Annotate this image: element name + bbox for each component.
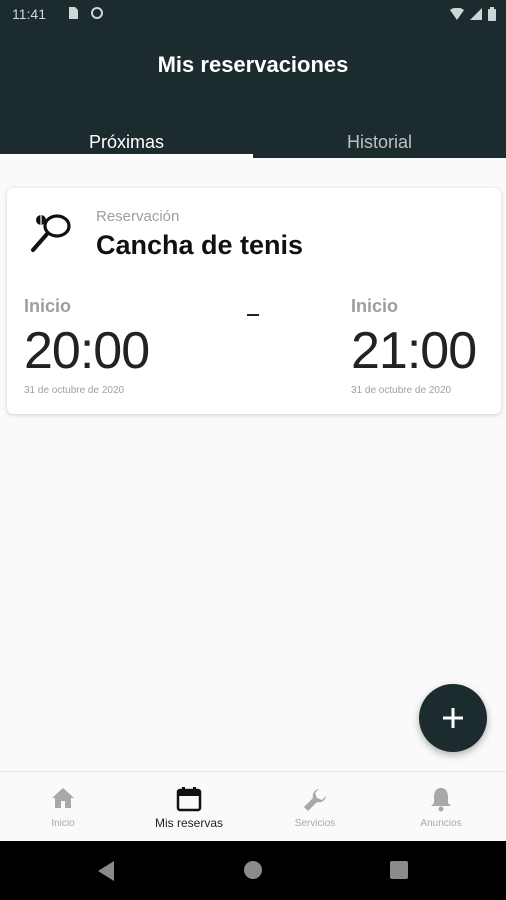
tab-indicator: [0, 154, 253, 158]
recents-icon[interactable]: [390, 861, 408, 879]
bottom-nav: Inicio Mis reservas Servicios Anuncios: [0, 771, 506, 841]
nav-item-inicio[interactable]: Inicio: [0, 772, 126, 842]
tab-upcoming[interactable]: Próximas: [0, 132, 253, 153]
status-notification-icons: [66, 6, 104, 20]
wrench-icon: [304, 789, 326, 811]
bell-icon: [431, 788, 451, 812]
end-time: 21:00: [351, 322, 477, 380]
nav-item-mis-reservas[interactable]: Mis reservas: [126, 772, 252, 842]
page-title: Mis reservaciones: [157, 52, 349, 77]
end-date: 31 de octubre de 2020: [351, 385, 452, 396]
sync-icon: [91, 7, 103, 19]
nav-label-inicio: Inicio: [51, 818, 75, 829]
status-bar: 11:41: [0, 0, 506, 30]
wifi-icon: [450, 8, 464, 20]
end-time-block: Inicio 21:00 31 de octubre de 2020: [351, 296, 477, 396]
home-icon: [52, 788, 74, 808]
battery-icon: [488, 7, 496, 21]
reservation-card[interactable]: Reservación Cancha de tenis Inicio 20:00…: [7, 188, 501, 414]
start-time: 20:00: [24, 322, 150, 380]
nav-label-anuncios: Anuncios: [420, 818, 462, 829]
system-nav-bar: [0, 841, 506, 900]
end-label: Inicio: [351, 296, 399, 316]
add-reservation-button[interactable]: [419, 684, 487, 752]
tab-history[interactable]: Historial: [253, 132, 506, 153]
reservation-caption: Reservación: [96, 208, 180, 225]
reservation-title: Cancha de tenis: [96, 230, 304, 260]
app-bar: Mis reservaciones Próximas Historial: [0, 30, 506, 158]
nav-label-servicios: Servicios: [294, 818, 336, 829]
nav-item-anuncios[interactable]: Anuncios: [378, 772, 504, 842]
tennis-racket-icon: [31, 214, 71, 252]
time-separator: [247, 314, 259, 316]
nav-item-servicios[interactable]: Servicios: [252, 772, 378, 842]
calendar-icon: [176, 787, 202, 812]
start-label: Inicio: [24, 296, 72, 316]
nav-label-mis-reservas: Mis reservas: [154, 816, 223, 830]
start-date: 31 de octubre de 2020: [24, 385, 125, 396]
start-time-block: Inicio 20:00 31 de octubre de 2020: [24, 296, 150, 396]
plus-icon: [443, 708, 463, 728]
status-system-icons: [450, 7, 496, 21]
sd-card-icon: [69, 7, 78, 19]
status-time: 11:41: [12, 6, 46, 22]
signal-icon: [470, 8, 482, 20]
back-icon[interactable]: [96, 860, 116, 882]
home-circle-icon[interactable]: [243, 860, 263, 880]
